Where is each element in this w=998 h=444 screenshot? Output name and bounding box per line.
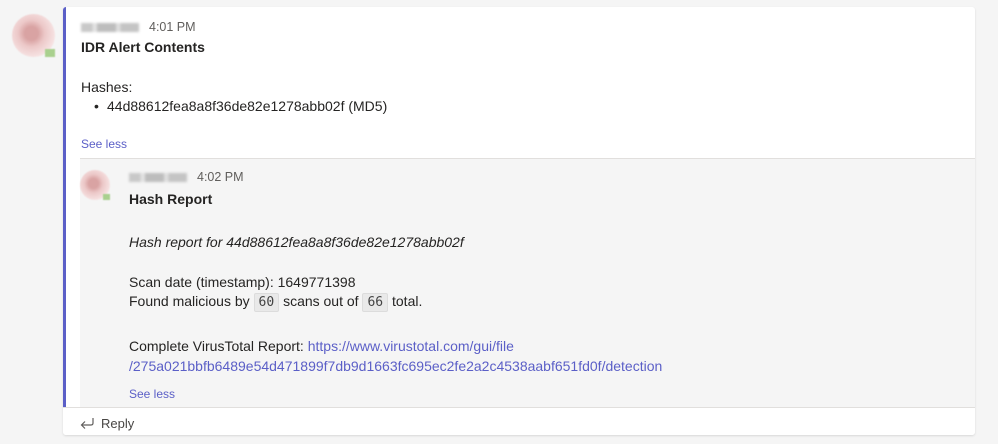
message-title: IDR Alert Contents: [81, 39, 205, 55]
reply-bar: Reply: [63, 407, 975, 435]
reply-button[interactable]: Reply: [79, 414, 134, 432]
sender-name-redacted: [81, 23, 139, 33]
reply-message-title: Hash Report: [129, 191, 213, 207]
sender-avatar[interactable]: [12, 14, 55, 57]
reply-arrow-icon: [79, 416, 95, 430]
message-timestamp: 4:01 PM: [149, 20, 196, 34]
hashes-label: Hashes:: [81, 79, 133, 95]
virustotal-report-line: Complete VirusTotal Report: https://www.…: [129, 336, 662, 376]
message-header: 4:01 PM: [81, 20, 196, 34]
reply-message-timestamp: 4:02 PM: [197, 170, 244, 184]
reply-sender-avatar[interactable]: [80, 170, 110, 200]
reply-message: 4:02 PM Hash Report Hash report for 44d8…: [80, 158, 975, 408]
virustotal-label: Complete VirusTotal Report:: [129, 338, 304, 354]
bullet: •: [94, 98, 99, 114]
reply-see-less-link[interactable]: See less: [129, 387, 175, 401]
scan-date-line: Scan date (timestamp): 1649771398: [129, 274, 356, 290]
hash-value: 44d88612fea8a8f36de82e1278abb02f (MD5): [107, 98, 388, 114]
see-less-link[interactable]: See less: [81, 137, 127, 151]
hash-list-item: • 44d88612fea8a8f36de82e1278abb02f (MD5): [94, 98, 388, 114]
presence-status-icon: [45, 49, 55, 57]
reply-label: Reply: [101, 415, 135, 431]
hash-report-heading: Hash report for 44d88612fea8a8f36de82e12…: [129, 234, 464, 250]
found-middle: scans out of: [283, 293, 359, 309]
found-suffix: total.: [392, 293, 423, 309]
reply-presence-status-icon: [103, 194, 110, 200]
malicious-count: 60: [253, 293, 280, 312]
virustotal-link-line2[interactable]: /275a021bbfb6489e54d471899f7db9d1663fc69…: [129, 358, 662, 374]
thread-accent-bar: [63, 7, 66, 407]
message-thread-card: 4:01 PM IDR Alert Contents Hashes: • 44d…: [63, 7, 975, 435]
virustotal-link-line1[interactable]: https://www.virustotal.com/gui/file: [308, 338, 514, 354]
malicious-scan-line: Found malicious by 60 scans out of 66 to…: [129, 293, 422, 312]
total-count: 66: [362, 293, 389, 312]
found-prefix: Found malicious by: [129, 293, 250, 309]
reply-sender-name-redacted: [129, 173, 187, 183]
reply-message-header: 4:02 PM: [129, 170, 244, 184]
